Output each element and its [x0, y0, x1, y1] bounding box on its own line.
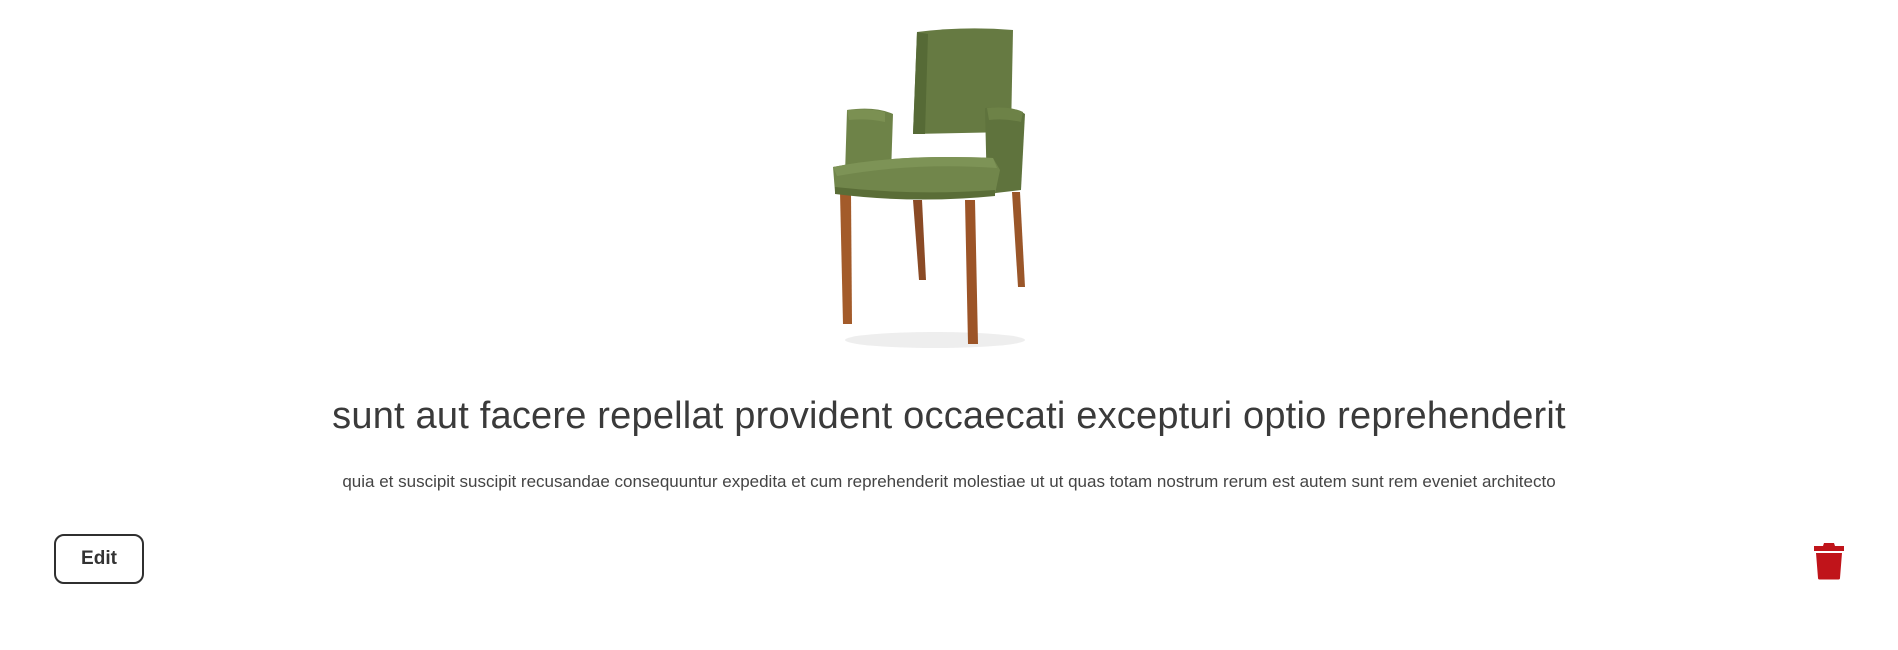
product-title: sunt aut facere repellat provident occae…	[332, 395, 1566, 437]
chair-image	[815, 22, 1055, 362]
delete-button[interactable]	[1813, 542, 1845, 580]
edit-button[interactable]: Edit	[54, 534, 144, 584]
trash-icon	[1814, 543, 1844, 580]
product-description: quia et suscipit suscipit recusandae con…	[342, 472, 1556, 491]
product-detail-page: sunt aut facere repellat provident occae…	[0, 0, 1898, 650]
